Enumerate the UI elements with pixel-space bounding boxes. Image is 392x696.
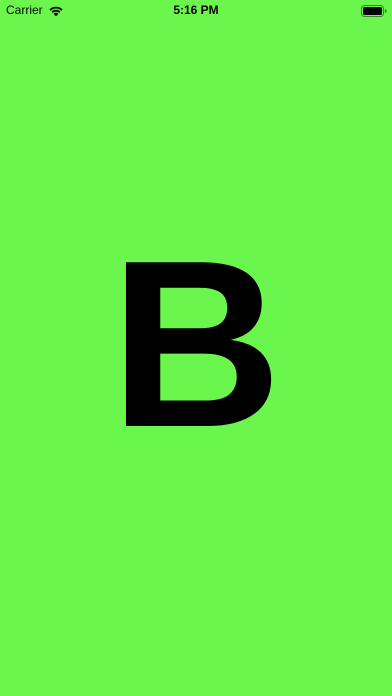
big-letter: B bbox=[110, 212, 282, 477]
battery-icon bbox=[361, 4, 387, 17]
status-bar: Carrier 5:16 PM bbox=[0, 0, 392, 20]
status-time: 5:16 PM bbox=[173, 3, 219, 17]
